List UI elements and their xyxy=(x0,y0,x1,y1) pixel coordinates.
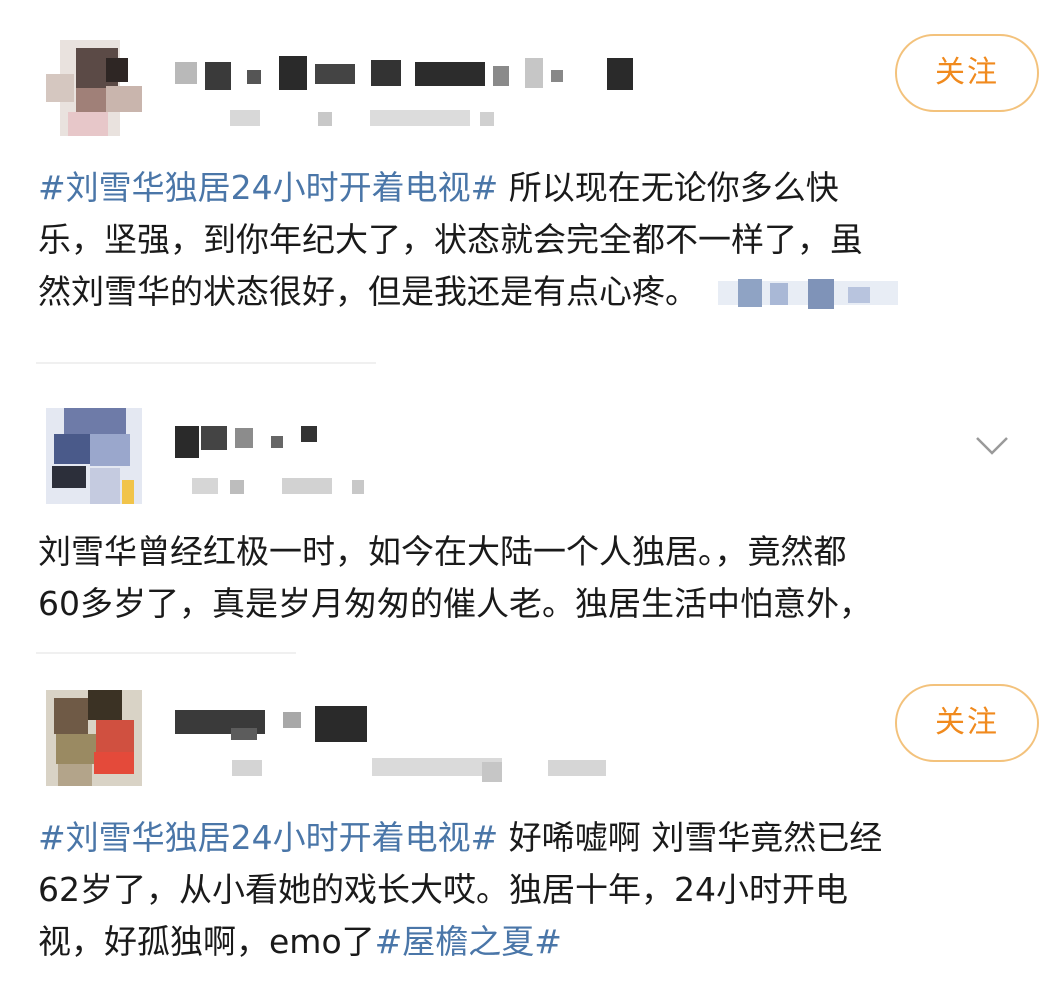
post-divider xyxy=(36,362,376,364)
post-divider xyxy=(36,652,296,654)
follow-button[interactable]: 关注 xyxy=(895,684,1039,762)
topic-hashtag-link[interactable]: #刘雪华独居24小时开着电视# xyxy=(38,168,498,207)
content-line: 乐，坚强，到你年纪大了，状态就会完全都不一样了，虽 xyxy=(38,220,863,259)
post-meta-blurred xyxy=(192,478,372,496)
post-content: #刘雪华独居24小时开着电视# 所以现在无论你多么快 乐，坚强，到你年纪大了，状… xyxy=(38,162,1038,318)
username-blurred[interactable] xyxy=(175,706,375,742)
post-meta-blurred xyxy=(232,758,612,782)
content-line: 62岁了，从小看她的戏长大哎。独居十年，24小时开电 xyxy=(38,870,848,909)
post-content: 刘雪华曾经红极一时，如今在大陆一个人独居。，竟然都 60多岁了，真是岁月匆匆的催… xyxy=(38,526,1038,630)
user-avatar[interactable] xyxy=(46,40,142,136)
content-line: #刘雪华独居24小时开着电视# 好唏嘘啊 刘雪华竟然已经 xyxy=(38,818,883,857)
post-1: 关注 #刘雪华独居24小时开着电视# 所以现在无论你多么快 乐，坚强，到你年纪大… xyxy=(0,0,1060,370)
blurred-link[interactable] xyxy=(718,278,898,309)
content-line: 视，好孤独啊，emo了#屋檐之夏# xyxy=(38,922,562,961)
username-blurred[interactable] xyxy=(175,56,635,92)
post-content: #刘雪华独居24小时开着电视# 好唏嘘啊 刘雪华竟然已经 62岁了，从小看她的戏… xyxy=(38,812,1038,968)
topic-hashtag-link[interactable]: #刘雪华独居24小时开着电视# xyxy=(38,818,498,857)
post-3: 关注 #刘雪华独居24小时开着电视# 好唏嘘啊 刘雪华竟然已经 62岁了，从小看… xyxy=(0,660,1060,1003)
content-line: 60多岁了，真是岁月匆匆的催人老。独居生活中怕意外， xyxy=(38,584,872,623)
post-meta-blurred xyxy=(230,110,500,128)
content-line: #刘雪华独居24小时开着电视# 所以现在无论你多么快 xyxy=(38,168,839,207)
follow-button[interactable]: 关注 xyxy=(895,34,1039,112)
post-2: 刘雪华曾经红极一时，如今在大陆一个人独居。，竟然都 60多岁了，真是岁月匆匆的催… xyxy=(0,370,1060,660)
username-blurred[interactable] xyxy=(175,424,335,460)
user-avatar[interactable] xyxy=(46,408,142,504)
topic-hashtag-link[interactable]: #屋檐之夏# xyxy=(375,922,562,961)
content-line: 然刘雪华的状态很好，但是我还是有点心疼。 xyxy=(38,266,1038,318)
chevron-down-icon[interactable] xyxy=(972,426,1012,466)
user-avatar[interactable] xyxy=(46,690,142,786)
content-line: 刘雪华曾经红极一时，如今在大陆一个人独居。，竟然都 xyxy=(38,532,847,571)
